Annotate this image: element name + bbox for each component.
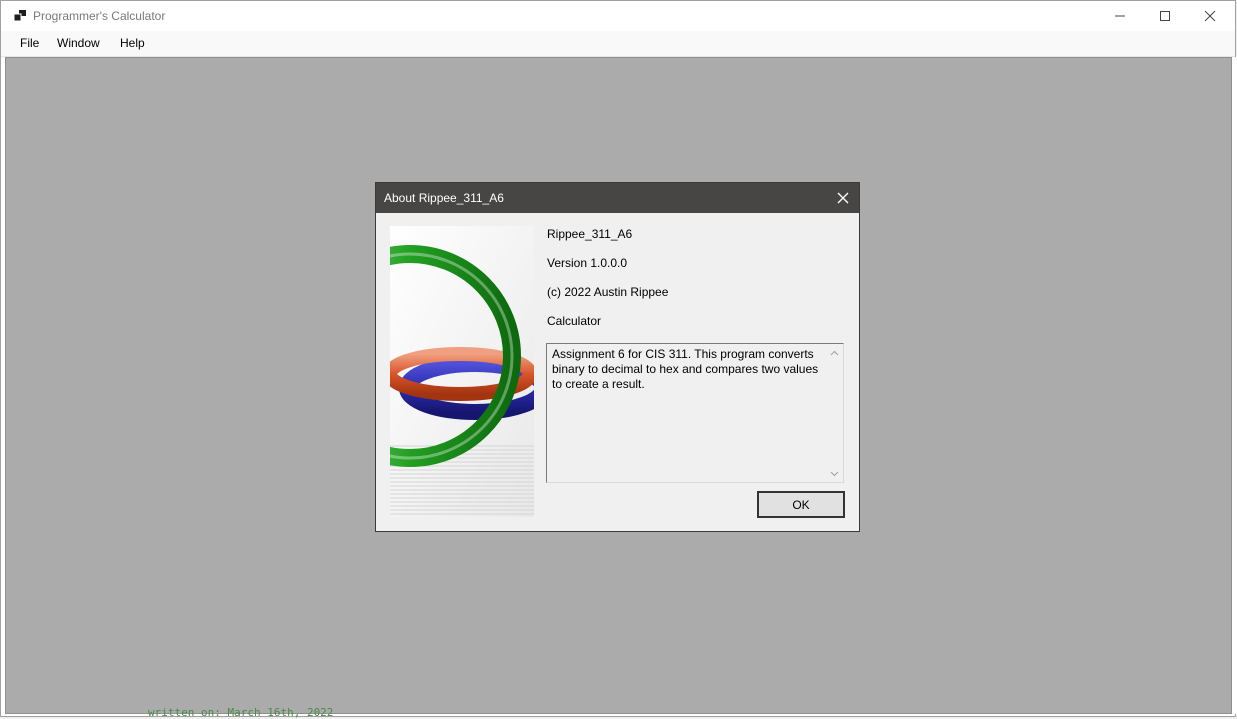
close-icon — [837, 192, 849, 204]
title-bar[interactable]: Programmer's Calculator — [1, 1, 1235, 31]
maximize-icon — [1160, 11, 1170, 21]
copyright-label: (c) 2022 Austin Rippee — [547, 285, 669, 299]
menu-bar: File Window Help — [1, 31, 1235, 57]
window-edge — [1232, 57, 1237, 714]
menu-file[interactable]: File — [18, 36, 41, 50]
company-label: Calculator — [547, 314, 602, 328]
app-icon — [13, 10, 26, 22]
close-icon — [1204, 10, 1216, 22]
menu-help[interactable]: Help — [118, 36, 147, 50]
chevron-up-icon — [830, 350, 839, 355]
description-textbox[interactable]: Assignment 6 for CIS 311. This program c… — [546, 343, 844, 483]
vertical-scrollbar[interactable] — [826, 344, 843, 482]
dialog-title: About Rippee_311_A6 — [384, 191, 504, 205]
logo-image — [390, 226, 534, 517]
scroll-down-button[interactable] — [826, 465, 843, 482]
ok-button[interactable]: OK — [757, 491, 845, 518]
maximize-button[interactable] — [1142, 1, 1188, 31]
about-dialog: About Rippee_311_A6 Rippee_311_A6 Versio… — [375, 182, 860, 532]
minimize-icon — [1115, 15, 1125, 17]
version-label: Version 1.0.0.0 — [547, 256, 628, 270]
minimize-button[interactable] — [1097, 1, 1143, 31]
description-text: Assignment 6 for CIS 311. This program c… — [552, 347, 819, 391]
scroll-up-button[interactable] — [826, 344, 843, 361]
product-name: Rippee_311_A6 — [547, 227, 633, 241]
menu-window[interactable]: Window — [55, 36, 102, 50]
background-code-text: written on: March 16th, 2022 — [148, 706, 334, 719]
window-title: Programmer's Calculator — [33, 9, 166, 23]
close-button[interactable] — [1187, 1, 1233, 31]
dialog-close-button[interactable] — [827, 183, 859, 213]
dialog-title-bar[interactable]: About Rippee_311_A6 — [376, 183, 859, 213]
chevron-down-icon — [830, 471, 839, 476]
